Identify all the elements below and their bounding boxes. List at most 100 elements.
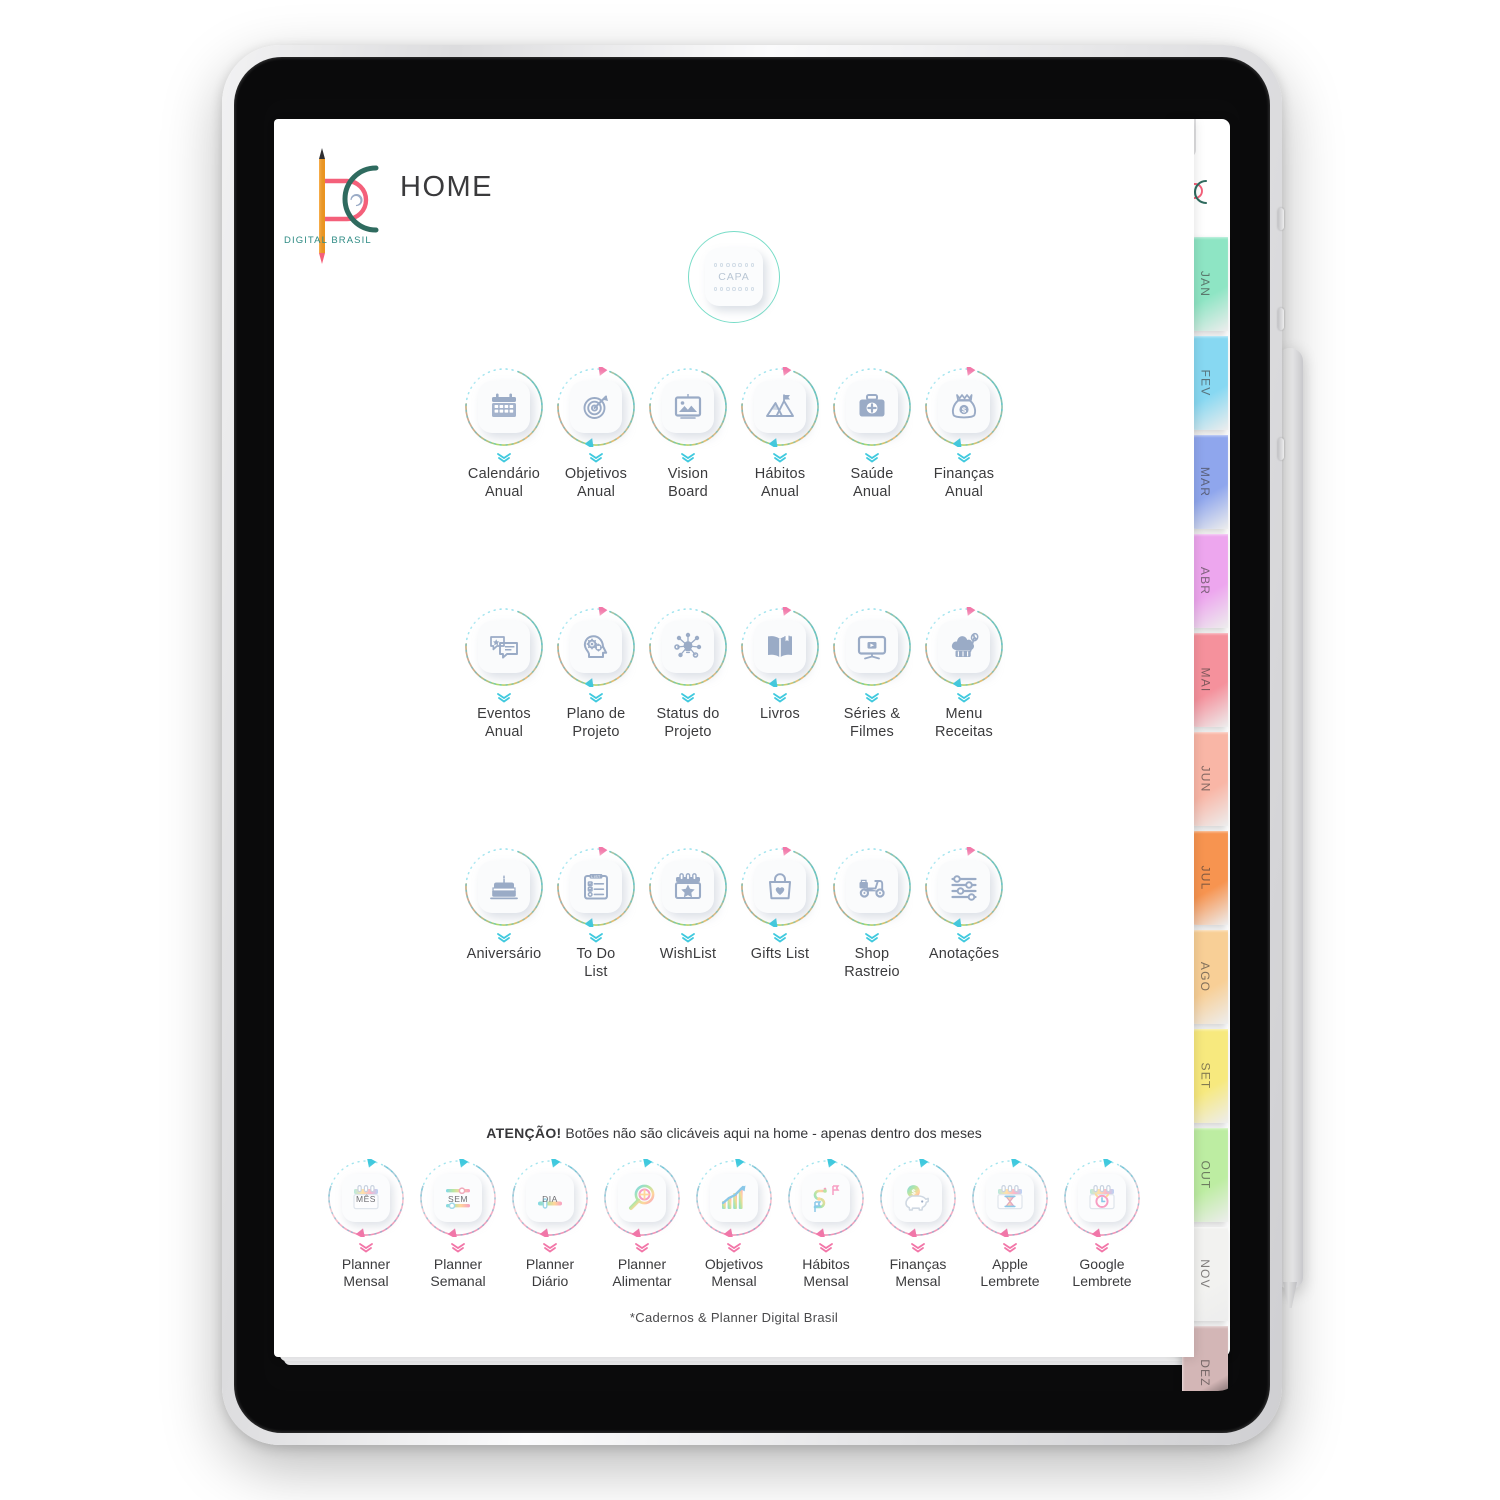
button-ring-wrap[interactable] <box>832 367 912 447</box>
button-ring-wrap[interactable] <box>464 367 544 447</box>
birthday-cake-icon-button[interactable] <box>478 861 530 913</box>
planner-button-gift-bag-heart[interactable]: Gifts List <box>734 847 826 981</box>
chevron-marker <box>449 1242 467 1254</box>
target-icon-button[interactable] <box>570 381 622 433</box>
planner-button-money-bag[interactable]: $ Finanças Anual <box>918 367 1010 501</box>
monthly-button-calendar-hourglass[interactable]: Apple Lembrete <box>964 1159 1056 1290</box>
magnifier-food-icon-button[interactable] <box>618 1174 666 1222</box>
calendar-month-icon-button[interactable]: MÊS <box>342 1174 390 1222</box>
month-tab-label: MAI <box>1198 667 1212 693</box>
speech-bubbles-icon-button[interactable] <box>478 621 530 673</box>
power-button[interactable] <box>1278 208 1284 230</box>
button-ring-wrap[interactable] <box>740 367 820 447</box>
button-ring-wrap[interactable]: $ <box>924 367 1004 447</box>
chevron-down-icon <box>451 1243 465 1253</box>
button-ring-wrap[interactable] <box>740 847 820 927</box>
planner-button-open-book[interactable]: Livros <box>734 607 826 741</box>
growth-chart-icon-button[interactable] <box>710 1174 758 1222</box>
monthly-button-calendar-month[interactable]: MÊS Planner Mensal <box>320 1159 412 1290</box>
network-idea-icon-button[interactable] <box>662 621 714 673</box>
planner-button-sliders[interactable]: Anotações <box>918 847 1010 981</box>
button-ring-wrap[interactable]: SEM <box>419 1159 497 1237</box>
mountain-flag-icon-button[interactable] <box>754 381 806 433</box>
monthly-button-calendar-clock[interactable]: Google Lembrete <box>1056 1159 1148 1290</box>
button-ring-wrap[interactable]: LIST <box>556 847 636 927</box>
calendar-clock-icon-button[interactable] <box>1078 1174 1126 1222</box>
tablet-bezel: JAN FEV MAR ABR MAI JUN JUL AGO SET OUT … <box>234 57 1270 1433</box>
planner-button-tv-play[interactable]: Séries & Filmes <box>826 607 918 741</box>
monthly-button-path-journey[interactable]: Hábitos Mensal <box>780 1159 872 1290</box>
button-ring-wrap[interactable] <box>648 607 728 687</box>
planner-button-scooter-delivery[interactable]: Shop Rastreio <box>826 847 918 981</box>
money-bag-icon-button[interactable]: $ <box>938 381 990 433</box>
button-ring-wrap[interactable] <box>924 607 1004 687</box>
button-ring-wrap[interactable] <box>603 1159 681 1237</box>
volume-down-button[interactable] <box>1278 438 1284 460</box>
chevron-marker <box>633 1242 651 1254</box>
chevron-marker <box>495 692 513 704</box>
button-ring-wrap[interactable] <box>740 607 820 687</box>
monthly-button-slider-day[interactable]: DIA Planner Diário <box>504 1159 596 1290</box>
open-book-icon-button[interactable] <box>754 621 806 673</box>
button-ring-wrap[interactable]: MÊS <box>327 1159 405 1237</box>
planner-button-mountain-flag[interactable]: Hábitos Anual <box>734 367 826 501</box>
planner-button-checklist[interactable]: LIST To Do List <box>550 847 642 981</box>
slider-day-icon-button[interactable]: DIA <box>526 1174 574 1222</box>
sliders-icon-button[interactable] <box>938 861 990 913</box>
chevron-marker <box>587 692 605 704</box>
cover-button[interactable]: CAPA <box>688 231 780 323</box>
chevron-down-icon <box>681 933 695 943</box>
monthly-button-growth-chart[interactable]: Objetivos Mensal <box>688 1159 780 1290</box>
button-ring-wrap[interactable] <box>695 1159 773 1237</box>
month-tab-label: SET <box>1197 1062 1212 1090</box>
gift-bag-heart-icon-button[interactable] <box>754 861 806 913</box>
button-ring-wrap[interactable] <box>971 1159 1049 1237</box>
planner-button-medical-kit[interactable]: Saúde Anual <box>826 367 918 501</box>
notice-rest: Botões não são clicáveis aqui na home - … <box>561 1125 982 1141</box>
picture-frame-icon-button[interactable] <box>662 381 714 433</box>
calendar-star-icon-button[interactable] <box>662 861 714 913</box>
medical-kit-icon-button[interactable] <box>846 381 898 433</box>
chevron-marker <box>679 452 697 464</box>
path-journey-icon-button[interactable] <box>802 1174 850 1222</box>
planner-button-speech-bubbles[interactable]: Eventos Anual <box>458 607 550 741</box>
button-ring-wrap[interactable] <box>648 367 728 447</box>
button-ring-wrap[interactable] <box>648 847 728 927</box>
button-ring-wrap[interactable] <box>832 607 912 687</box>
planner-button-label: Menu Receitas <box>934 706 993 740</box>
volume-up-button[interactable] <box>1278 308 1284 330</box>
planner-button-head-gears[interactable]: Plano de Projeto <box>550 607 642 741</box>
button-ring-wrap[interactable] <box>924 847 1004 927</box>
button-ring-wrap[interactable]: $ <box>879 1159 957 1237</box>
calendar-icon-button[interactable] <box>478 381 530 433</box>
button-ring-wrap[interactable] <box>464 607 544 687</box>
monthly-button-slider-week[interactable]: SEM Planner Semanal <box>412 1159 504 1290</box>
cover-button-face[interactable]: CAPA <box>705 248 763 306</box>
scooter-delivery-icon-button[interactable] <box>846 861 898 913</box>
planner-button-network-idea[interactable]: Status do Projeto <box>642 607 734 741</box>
planner-button-calendar[interactable]: Calendário Anual <box>458 367 550 501</box>
planner-button-chef-hat[interactable]: Menu Receitas <box>918 607 1010 741</box>
button-ring-wrap[interactable] <box>556 607 636 687</box>
slider-week-icon-button[interactable]: SEM <box>434 1174 482 1222</box>
planner-button-picture-frame[interactable]: Vision Board <box>642 367 734 501</box>
button-ring-wrap[interactable] <box>1063 1159 1141 1237</box>
planner-button-calendar-star[interactable]: WishList <box>642 847 734 981</box>
button-ring-wrap[interactable] <box>556 367 636 447</box>
chevron-down-icon <box>1003 1243 1017 1253</box>
chef-hat-icon-button[interactable] <box>938 621 990 673</box>
button-ring-wrap[interactable] <box>832 847 912 927</box>
monthly-button-magnifier-food[interactable]: Planner Alimentar <box>596 1159 688 1290</box>
checklist-icon-button[interactable]: LIST <box>570 861 622 913</box>
month-tab-label: JUL <box>1197 865 1212 891</box>
button-ring-wrap[interactable]: DIA <box>511 1159 589 1237</box>
head-gears-icon-button[interactable] <box>570 621 622 673</box>
button-ring-wrap[interactable] <box>787 1159 865 1237</box>
tv-play-icon-button[interactable] <box>846 621 898 673</box>
button-ring-wrap[interactable] <box>464 847 544 927</box>
planner-button-birthday-cake[interactable]: Aniversário <box>458 847 550 981</box>
piggy-bank-icon-button[interactable]: $ <box>894 1174 942 1222</box>
planner-button-target[interactable]: Objetivos Anual <box>550 367 642 501</box>
calendar-hourglass-icon-button[interactable] <box>986 1174 1034 1222</box>
monthly-button-piggy-bank[interactable]: $ Finanças Mensal <box>872 1159 964 1290</box>
